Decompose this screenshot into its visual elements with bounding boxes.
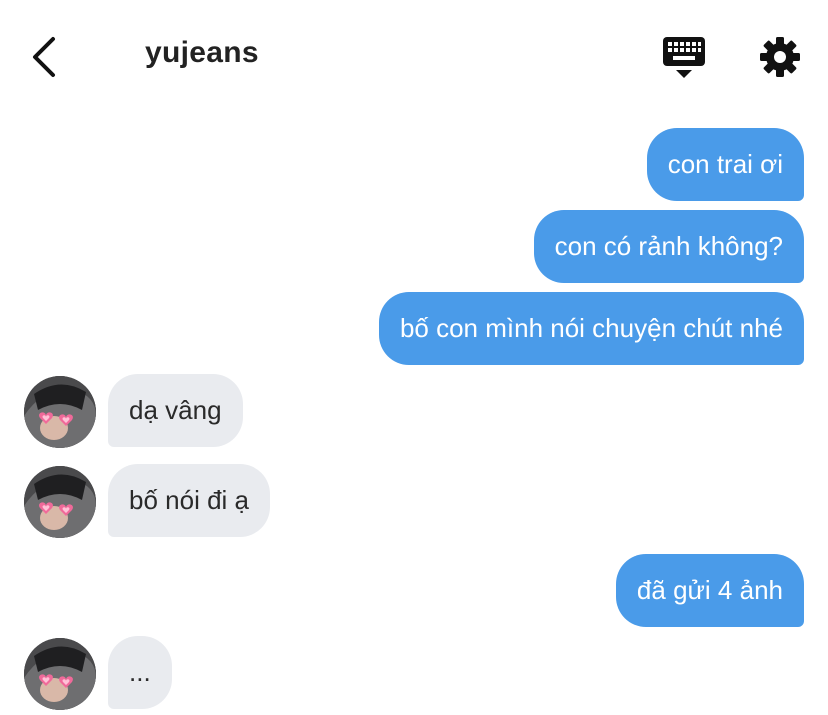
avatar-image <box>24 638 96 710</box>
keyboard-icon <box>663 37 705 78</box>
chevron-left-icon <box>33 37 55 77</box>
contact-avatar[interactable] <box>24 638 96 710</box>
gear-icon <box>760 37 800 77</box>
avatar-image <box>24 466 96 538</box>
message-bubble-outgoing[interactable]: đã gửi 4 ảnh <box>615 554 804 627</box>
chat-header: yujeans <box>0 0 828 112</box>
contact-avatar[interactable] <box>24 466 96 538</box>
chat-title[interactable]: yujeans <box>145 36 259 70</box>
message-bubble-outgoing[interactable]: con có rảnh không? <box>533 210 804 283</box>
message-bubble-outgoing[interactable]: bố con mình nói chuyện chút nhé <box>378 292 804 365</box>
contact-avatar[interactable] <box>24 376 96 448</box>
settings-button[interactable] <box>758 35 802 79</box>
message-bubble-incoming[interactable]: dạ vâng <box>108 374 243 447</box>
avatar-image <box>24 376 96 448</box>
message-bubble-incoming[interactable]: bố nói đi ạ <box>108 464 270 537</box>
keyboard-button[interactable] <box>661 36 707 80</box>
message-bubble-outgoing[interactable]: con trai ơi <box>646 128 804 201</box>
back-button[interactable] <box>26 34 66 80</box>
message-bubble-incoming[interactable]: ... <box>108 636 172 709</box>
